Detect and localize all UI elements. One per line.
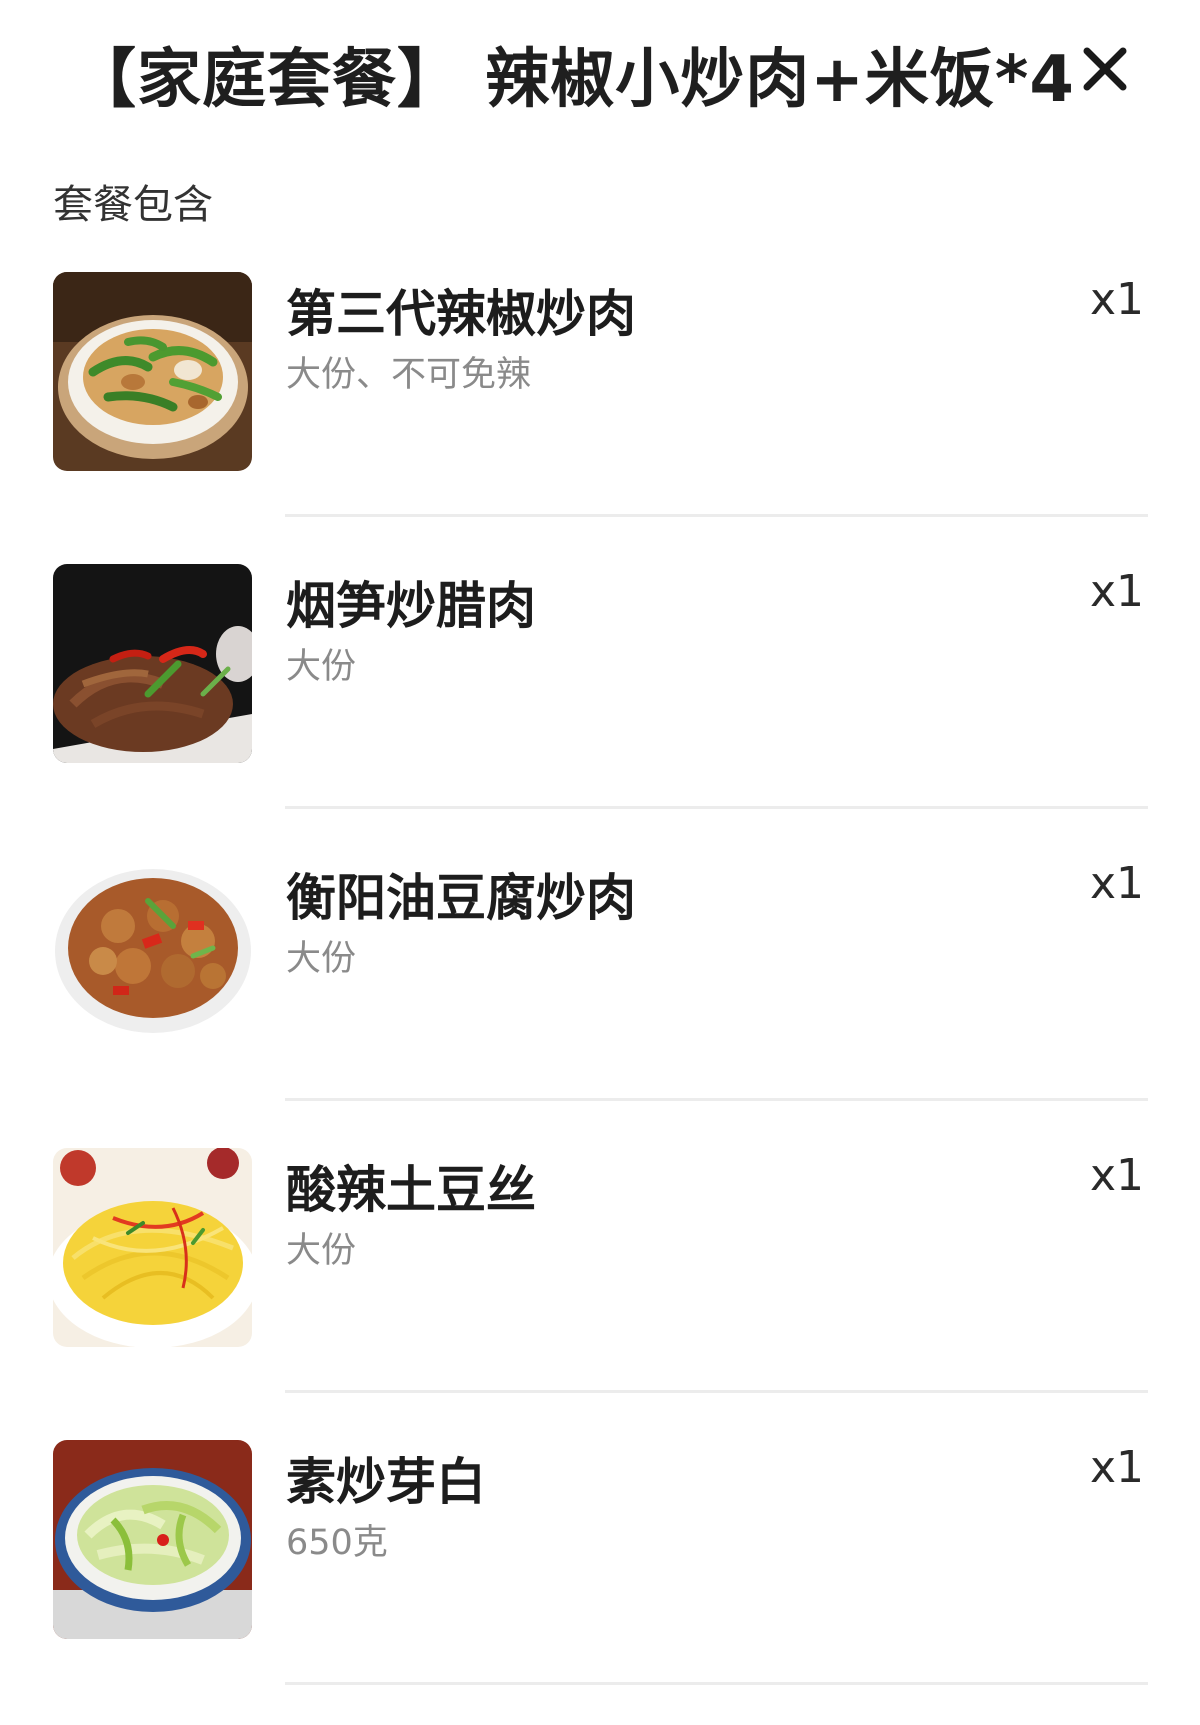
list-item[interactable]: 第三代辣椒炒肉 大份、不可免辣 x1 (0, 270, 1200, 562)
close-icon (1083, 47, 1127, 91)
dish-desc: 650克 (286, 1523, 388, 1563)
list-item[interactable]: 酸辣土豆丝 大份 x1 (0, 1146, 1200, 1438)
fried-tofu-pork-image (53, 856, 252, 1055)
dish-name: 衡阳油豆腐炒肉 (286, 869, 636, 927)
dish-desc: 大份 (286, 939, 357, 979)
dish-name: 第三代辣椒炒肉 (286, 285, 636, 343)
list-item[interactable]: 烟笋炒腊肉 大份 x1 (0, 562, 1200, 854)
dish-desc: 大份 (286, 1231, 357, 1271)
page-title: 【家庭套餐】 辣椒小炒肉+米饭*4 (72, 43, 1075, 117)
dish-quantity: x1 (1089, 858, 1144, 909)
divider (285, 1390, 1148, 1393)
close-button[interactable] (1070, 34, 1140, 104)
dish-desc: 大份、不可免辣 (286, 355, 532, 395)
combo-items-list: 第三代辣椒炒肉 大份、不可免辣 x1 烟笋炒腊肉 大份 x1 衡阳油豆腐炒肉 大… (0, 270, 1200, 1725)
dish-name: 酸辣土豆丝 (286, 1161, 536, 1219)
combo-detail-sheet: 【家庭套餐】 辣椒小炒肉+米饭*4 套餐包含 第三代辣椒炒肉 大份、不可免辣 x… (0, 0, 1200, 1725)
smoked-bamboo-bacon-image (53, 564, 252, 763)
divider (285, 806, 1148, 809)
dish-quantity: x1 (1089, 566, 1144, 617)
divider (285, 514, 1148, 517)
dish-quantity: x1 (1089, 1150, 1144, 1201)
divider (285, 1098, 1148, 1101)
dish-quantity: x1 (1089, 1442, 1144, 1493)
stir-fried-cabbage-image (53, 1440, 252, 1639)
dish-quantity: x1 (1089, 274, 1144, 325)
dish-desc: 大份 (286, 647, 357, 687)
pepper-pork-image (53, 272, 252, 471)
potato-shreds-image (53, 1148, 252, 1347)
dish-name: 素炒芽白 (286, 1453, 486, 1511)
section-label: 套餐包含 (53, 182, 213, 228)
divider (285, 1682, 1148, 1685)
list-item[interactable]: 衡阳油豆腐炒肉 大份 x1 (0, 854, 1200, 1146)
dish-name: 烟笋炒腊肉 (286, 577, 536, 635)
sheet-header: 【家庭套餐】 辣椒小炒肉+米饭*4 (0, 0, 1200, 140)
list-item[interactable]: 素炒芽白 650克 x1 (0, 1438, 1200, 1725)
